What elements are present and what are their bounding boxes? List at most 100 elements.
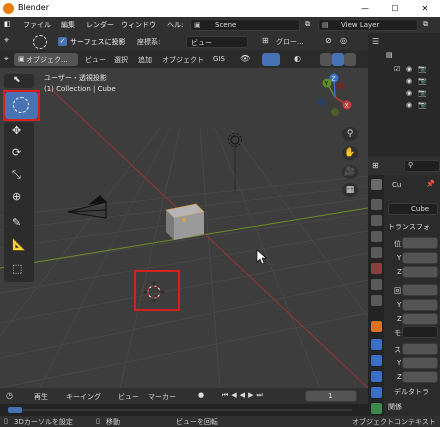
- rotation-x-field[interactable]: [402, 284, 438, 296]
- annotate-tool-icon[interactable]: ✎: [12, 216, 21, 229]
- location-z-field[interactable]: [402, 266, 438, 278]
- frame-indicator[interactable]: [8, 407, 22, 413]
- view-layer-new-icon[interactable]: ⧉: [423, 20, 428, 29]
- cube[interactable]: [165, 203, 205, 240]
- view-layer-selector[interactable]: ▤ View Layer: [318, 19, 418, 31]
- menu-object[interactable]: オブジェクト: [162, 55, 204, 65]
- checkbox-icon[interactable]: ✓: [58, 37, 67, 46]
- coordinate-value: ビュー: [191, 39, 212, 47]
- select-tool-icon[interactable]: [33, 35, 47, 49]
- coordinate-dropdown[interactable]: ビュー: [186, 36, 248, 48]
- record-icon[interactable]: ●: [198, 391, 204, 399]
- outliner-row-collection[interactable]: ☑ ◉ 📷: [394, 65, 438, 75]
- scene-tab-icon[interactable]: [371, 247, 382, 258]
- editor-type-icon[interactable]: ⌖: [4, 54, 9, 64]
- overlay-icon[interactable]: ◐: [294, 54, 301, 63]
- outliner-row-cube[interactable]: ◉ 📷: [394, 89, 438, 99]
- move-tool-icon[interactable]: ✥: [12, 124, 21, 137]
- location-x-field[interactable]: [402, 237, 438, 249]
- constraints-tab-icon[interactable]: [371, 387, 382, 398]
- navigation-gizmo[interactable]: Z Y X: [305, 72, 367, 122]
- light-object[interactable]: [228, 133, 242, 194]
- rotation-y-field[interactable]: [402, 299, 438, 311]
- outliner-row-camera[interactable]: ◉ 📷: [394, 77, 438, 87]
- scene-new-icon[interactable]: ⧉: [305, 20, 310, 29]
- texture-tab-icon[interactable]: [371, 295, 382, 306]
- particles-tab-icon[interactable]: [371, 355, 382, 366]
- zoom-icon[interactable]: ⚲: [342, 127, 358, 141]
- transform-orientation[interactable]: グロー...: [276, 37, 304, 47]
- physics-tab-icon[interactable]: [371, 371, 382, 382]
- menu-gis[interactable]: GIS: [213, 55, 225, 63]
- rotate-tool-icon[interactable]: ⟳: [12, 146, 21, 159]
- object-tab-icon[interactable]: [371, 321, 382, 332]
- scale-y-field[interactable]: [402, 357, 438, 369]
- view-layer-tab-icon[interactable]: [371, 231, 382, 242]
- scale-tool-icon[interactable]: ⤡: [12, 168, 21, 182]
- pan-hand-icon[interactable]: ✋: [342, 146, 358, 160]
- collection-tab-icon[interactable]: [371, 279, 382, 290]
- material-shading-icon[interactable]: [344, 53, 356, 66]
- playback-controls[interactable]: ⏮◀◀▶⏭: [222, 391, 266, 400]
- proportional-icon[interactable]: ◎: [340, 36, 347, 45]
- editor-type-icon[interactable]: ⌖: [4, 36, 9, 46]
- menu-edit[interactable]: 編集: [61, 20, 75, 30]
- camera-view-icon[interactable]: 🎥: [342, 165, 358, 179]
- timeline-scrubber[interactable]: [0, 404, 368, 416]
- modifier-tab-icon[interactable]: [371, 339, 382, 350]
- menu-render[interactable]: レンダー: [86, 20, 114, 30]
- close-button[interactable]: ✕: [410, 0, 440, 17]
- mode-dropdown[interactable]: ▣ オブジェク...: [14, 53, 78, 66]
- delta-transform-section[interactable]: デルタトラ: [394, 387, 429, 397]
- outliner-filter-icon[interactable]: ▤: [386, 51, 393, 59]
- location-y-field[interactable]: [402, 252, 438, 264]
- menu-help[interactable]: ヘル:: [167, 20, 183, 30]
- outliner-editor-icon[interactable]: ☰: [372, 37, 379, 46]
- outliner-row-light[interactable]: ◉ 📷: [394, 101, 438, 111]
- menu-file[interactable]: ファイル: [23, 20, 51, 30]
- rotation-mode-dropdown[interactable]: [402, 326, 438, 338]
- current-frame-field[interactable]: 1: [305, 390, 357, 402]
- tool-settings-header: ⌖ ✓ サーフェスに投影 座標系: ビュー ⊞ グロー... ⊘ ◎: [0, 33, 368, 50]
- camera-object[interactable]: [67, 195, 108, 219]
- toolbar-cursor-icon[interactable]: ⬉: [4, 74, 34, 88]
- menu-add[interactable]: 追加: [138, 55, 152, 65]
- transform-tool-icon[interactable]: ⊕: [12, 190, 21, 203]
- blender-logo-icon: [3, 3, 14, 14]
- rotation-z-field[interactable]: [402, 313, 438, 325]
- world-tab-icon[interactable]: [371, 263, 382, 274]
- minimize-button[interactable]: —: [350, 0, 380, 17]
- solid-shading-icon[interactable]: [332, 53, 344, 66]
- scale-z-field[interactable]: [402, 371, 438, 383]
- transform-section-header[interactable]: トランスフォ: [388, 222, 430, 232]
- marker-menu[interactable]: マーカー: [148, 392, 176, 402]
- visibility-icon[interactable]: 👁: [240, 54, 250, 63]
- maximize-button[interactable]: ☐: [380, 0, 410, 17]
- pin-icon[interactable]: 📌: [426, 180, 435, 188]
- gizmo-toggle-icon[interactable]: [262, 53, 280, 66]
- relations-section[interactable]: 関係: [388, 402, 402, 412]
- properties-search[interactable]: ⚲: [404, 160, 440, 172]
- editor-type-icon[interactable]: ◧: [4, 20, 11, 28]
- wireframe-shading-icon[interactable]: [320, 53, 332, 66]
- timeline-view-menu[interactable]: ビュー: [118, 392, 139, 402]
- menu-view[interactable]: ビュー: [85, 55, 106, 65]
- add-cube-tool-icon[interactable]: ⬚: [12, 262, 22, 275]
- keying-menu[interactable]: キーイング: [66, 392, 101, 402]
- output-tab-icon[interactable]: [371, 215, 382, 226]
- snap-icon[interactable]: ⊘: [325, 36, 332, 45]
- pivot-icon[interactable]: ⊞: [262, 36, 269, 45]
- object-name-field[interactable]: Cube: [388, 203, 438, 215]
- menu-window[interactable]: ウィンドウ: [121, 20, 156, 30]
- menu-select[interactable]: 選択: [114, 55, 128, 65]
- scale-x-field[interactable]: [402, 343, 438, 355]
- measure-tool-icon[interactable]: 📐: [12, 238, 26, 251]
- scene-selector[interactable]: ▣ Scene: [190, 19, 300, 31]
- perspective-grid-icon[interactable]: ▦: [342, 183, 358, 197]
- render-tab-icon[interactable]: [371, 199, 382, 210]
- timeline-editor-icon[interactable]: ◷: [6, 391, 13, 400]
- tool-tab-icon[interactable]: [371, 179, 382, 190]
- data-tab-icon[interactable]: [371, 403, 382, 414]
- playback-menu[interactable]: 再生: [34, 392, 48, 402]
- properties-editor-icon[interactable]: ⊞: [372, 161, 379, 170]
